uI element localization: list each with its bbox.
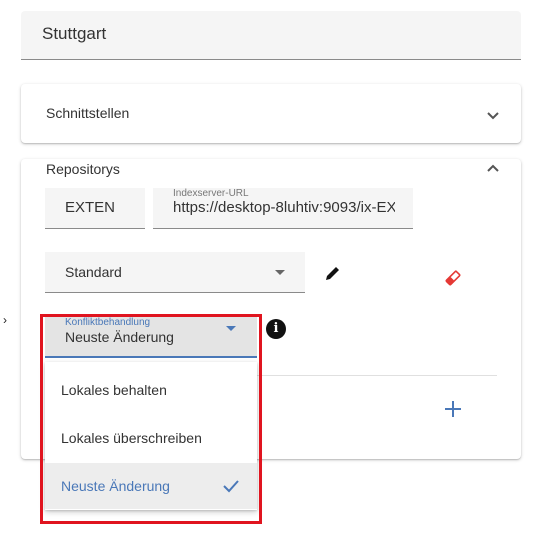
repositorys-title: Repositorys — [46, 161, 120, 177]
indexserver-url-value: https://desktop-8luhtiv:9093/ix-EXTEN — [173, 199, 395, 216]
repository-short-name-value: EXTEN — [65, 199, 116, 216]
city-value: Stuttgart — [42, 24, 107, 43]
chevron-down-icon[interactable] — [486, 111, 500, 121]
profile-caret-down-icon — [275, 270, 285, 275]
chevron-up-icon[interactable] — [486, 163, 500, 173]
highlight-frame — [40, 314, 262, 524]
profile-select-value: Standard — [65, 264, 122, 280]
pencil-icon[interactable] — [324, 264, 342, 282]
eraser-icon[interactable] — [444, 269, 462, 287]
indexserver-url-label: Indexserver-URL — [173, 188, 249, 199]
info-icon[interactable]: i — [266, 319, 286, 339]
chevron-right-icon[interactable]: › — [3, 313, 7, 327]
plus-icon-vertical[interactable] — [452, 401, 454, 417]
schnittstellen-title: Schnittstellen — [46, 105, 130, 121]
